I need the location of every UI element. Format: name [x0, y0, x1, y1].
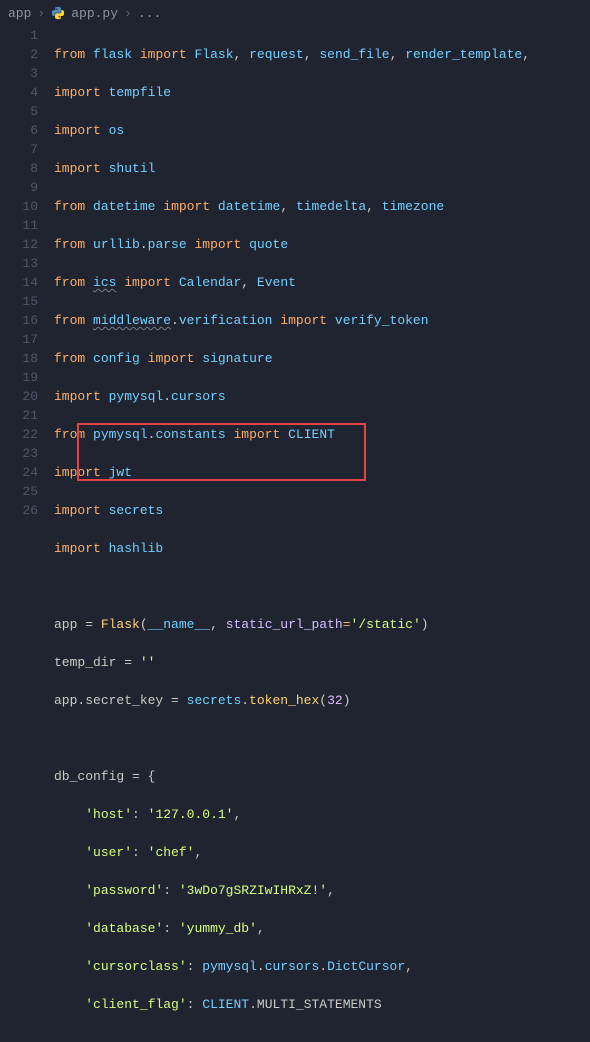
line-number: 16 [0, 311, 38, 330]
line-number: 10 [0, 197, 38, 216]
line-number: 4 [0, 83, 38, 102]
line-number: 19 [0, 368, 38, 387]
breadcrumb-file[interactable]: app.py [71, 6, 118, 21]
code-line[interactable]: from urllib.parse import quote [54, 235, 590, 254]
code-line[interactable]: import hashlib [54, 539, 590, 558]
breadcrumb-folder[interactable]: app [8, 6, 31, 21]
line-number: 15 [0, 292, 38, 311]
code-line[interactable]: import os [54, 121, 590, 140]
code-line[interactable] [54, 729, 590, 748]
line-number: 6 [0, 121, 38, 140]
code-line[interactable]: db_config = { [54, 767, 590, 786]
line-number: 12 [0, 235, 38, 254]
code-editor[interactable]: 1 2 3 4 5 6 7 8 9 10 11 12 13 14 15 16 1… [0, 26, 590, 1042]
line-number: 1 [0, 26, 38, 45]
line-number: 22 [0, 425, 38, 444]
code-line[interactable]: import tempfile [54, 83, 590, 102]
code-line[interactable]: temp_dir = '' [54, 653, 590, 672]
code-line[interactable]: from config import signature [54, 349, 590, 368]
code-line[interactable]: 'client_flag': CLIENT.MULTI_STATEMENTS [54, 995, 590, 1014]
code-line[interactable]: 'password': '3wDo7gSRZIwIHRxZ!', [54, 881, 590, 900]
line-number: 13 [0, 254, 38, 273]
chevron-right-icon: › [37, 6, 45, 21]
line-number: 20 [0, 387, 38, 406]
line-number: 9 [0, 178, 38, 197]
python-file-icon [51, 6, 65, 20]
line-number: 7 [0, 140, 38, 159]
line-number: 2 [0, 45, 38, 64]
code-area[interactable]: from flask import Flask, request, send_f… [50, 26, 590, 1042]
code-line[interactable]: from flask import Flask, request, send_f… [54, 45, 590, 64]
breadcrumb[interactable]: app › app.py › ... [0, 0, 590, 26]
code-line[interactable]: 'cursorclass': pymysql.cursors.DictCurso… [54, 957, 590, 976]
line-number: 11 [0, 216, 38, 235]
line-number: 17 [0, 330, 38, 349]
line-number: 3 [0, 64, 38, 83]
line-number: 8 [0, 159, 38, 178]
code-line[interactable]: app = Flask(__name__, static_url_path='/… [54, 615, 590, 634]
code-line[interactable]: import secrets [54, 501, 590, 520]
line-number: 25 [0, 482, 38, 501]
line-number: 5 [0, 102, 38, 121]
code-line[interactable]: 'database': 'yummy_db', [54, 919, 590, 938]
code-line[interactable]: from middleware.verification import veri… [54, 311, 590, 330]
code-line[interactable]: app.secret_key = secrets.token_hex(32) [54, 691, 590, 710]
breadcrumb-tail[interactable]: ... [138, 6, 161, 21]
code-line[interactable]: 'host': '127.0.0.1', [54, 805, 590, 824]
code-line[interactable]: import pymysql.cursors [54, 387, 590, 406]
line-number: 23 [0, 444, 38, 463]
line-number: 18 [0, 349, 38, 368]
line-number: 26 [0, 501, 38, 520]
line-number: 24 [0, 463, 38, 482]
code-line[interactable]: 'user': 'chef', [54, 843, 590, 862]
code-line[interactable]: from pymysql.constants import CLIENT [54, 425, 590, 444]
code-line[interactable]: from datetime import datetime, timedelta… [54, 197, 590, 216]
line-number-gutter: 1 2 3 4 5 6 7 8 9 10 11 12 13 14 15 16 1… [0, 26, 50, 1042]
line-number: 14 [0, 273, 38, 292]
code-line[interactable]: from ics import Calendar, Event [54, 273, 590, 292]
line-number: 21 [0, 406, 38, 425]
code-line[interactable] [54, 577, 590, 596]
chevron-right-icon: › [124, 6, 132, 21]
code-line[interactable]: import shutil [54, 159, 590, 178]
code-line[interactable]: import jwt [54, 463, 590, 482]
